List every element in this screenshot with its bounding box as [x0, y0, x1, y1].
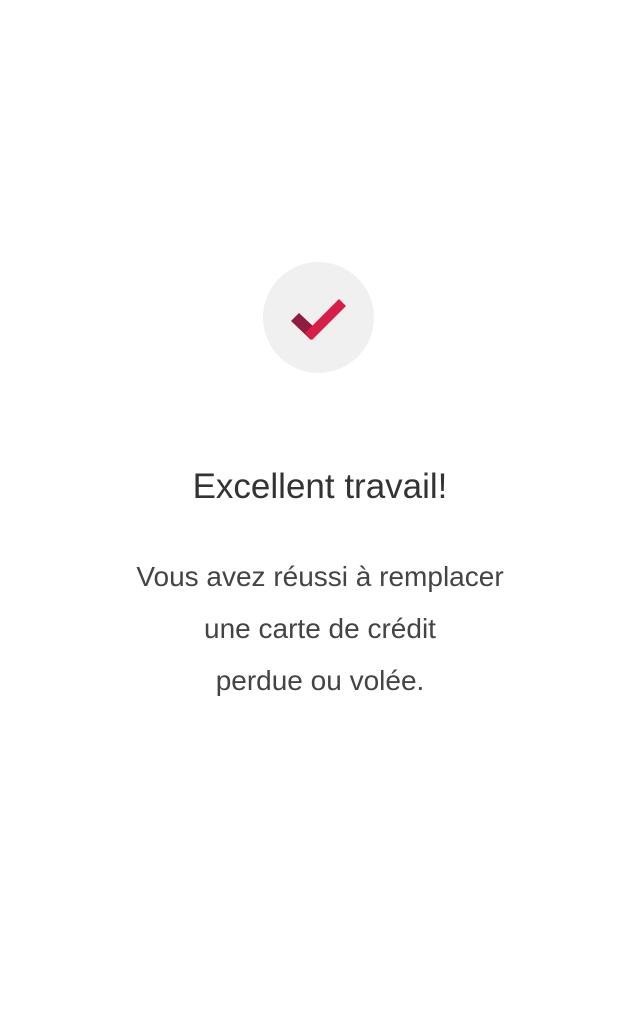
checkmark-icon — [291, 299, 346, 340]
checkmark-long-stroke — [305, 299, 346, 340]
page-title: Excellent travail! — [192, 467, 448, 506]
message-line: une carte de crédit — [204, 613, 436, 644]
message-line: perdue ou volée. — [215, 665, 425, 696]
message-line: Vous avez réussi à remplacer — [136, 561, 504, 592]
success-screen: Excellent travail! Vous avez réussi à re… — [0, 0, 640, 1012]
success-message: Vous avez réussi à remplacer une carte d… — [0, 551, 640, 707]
success-badge — [263, 262, 374, 373]
